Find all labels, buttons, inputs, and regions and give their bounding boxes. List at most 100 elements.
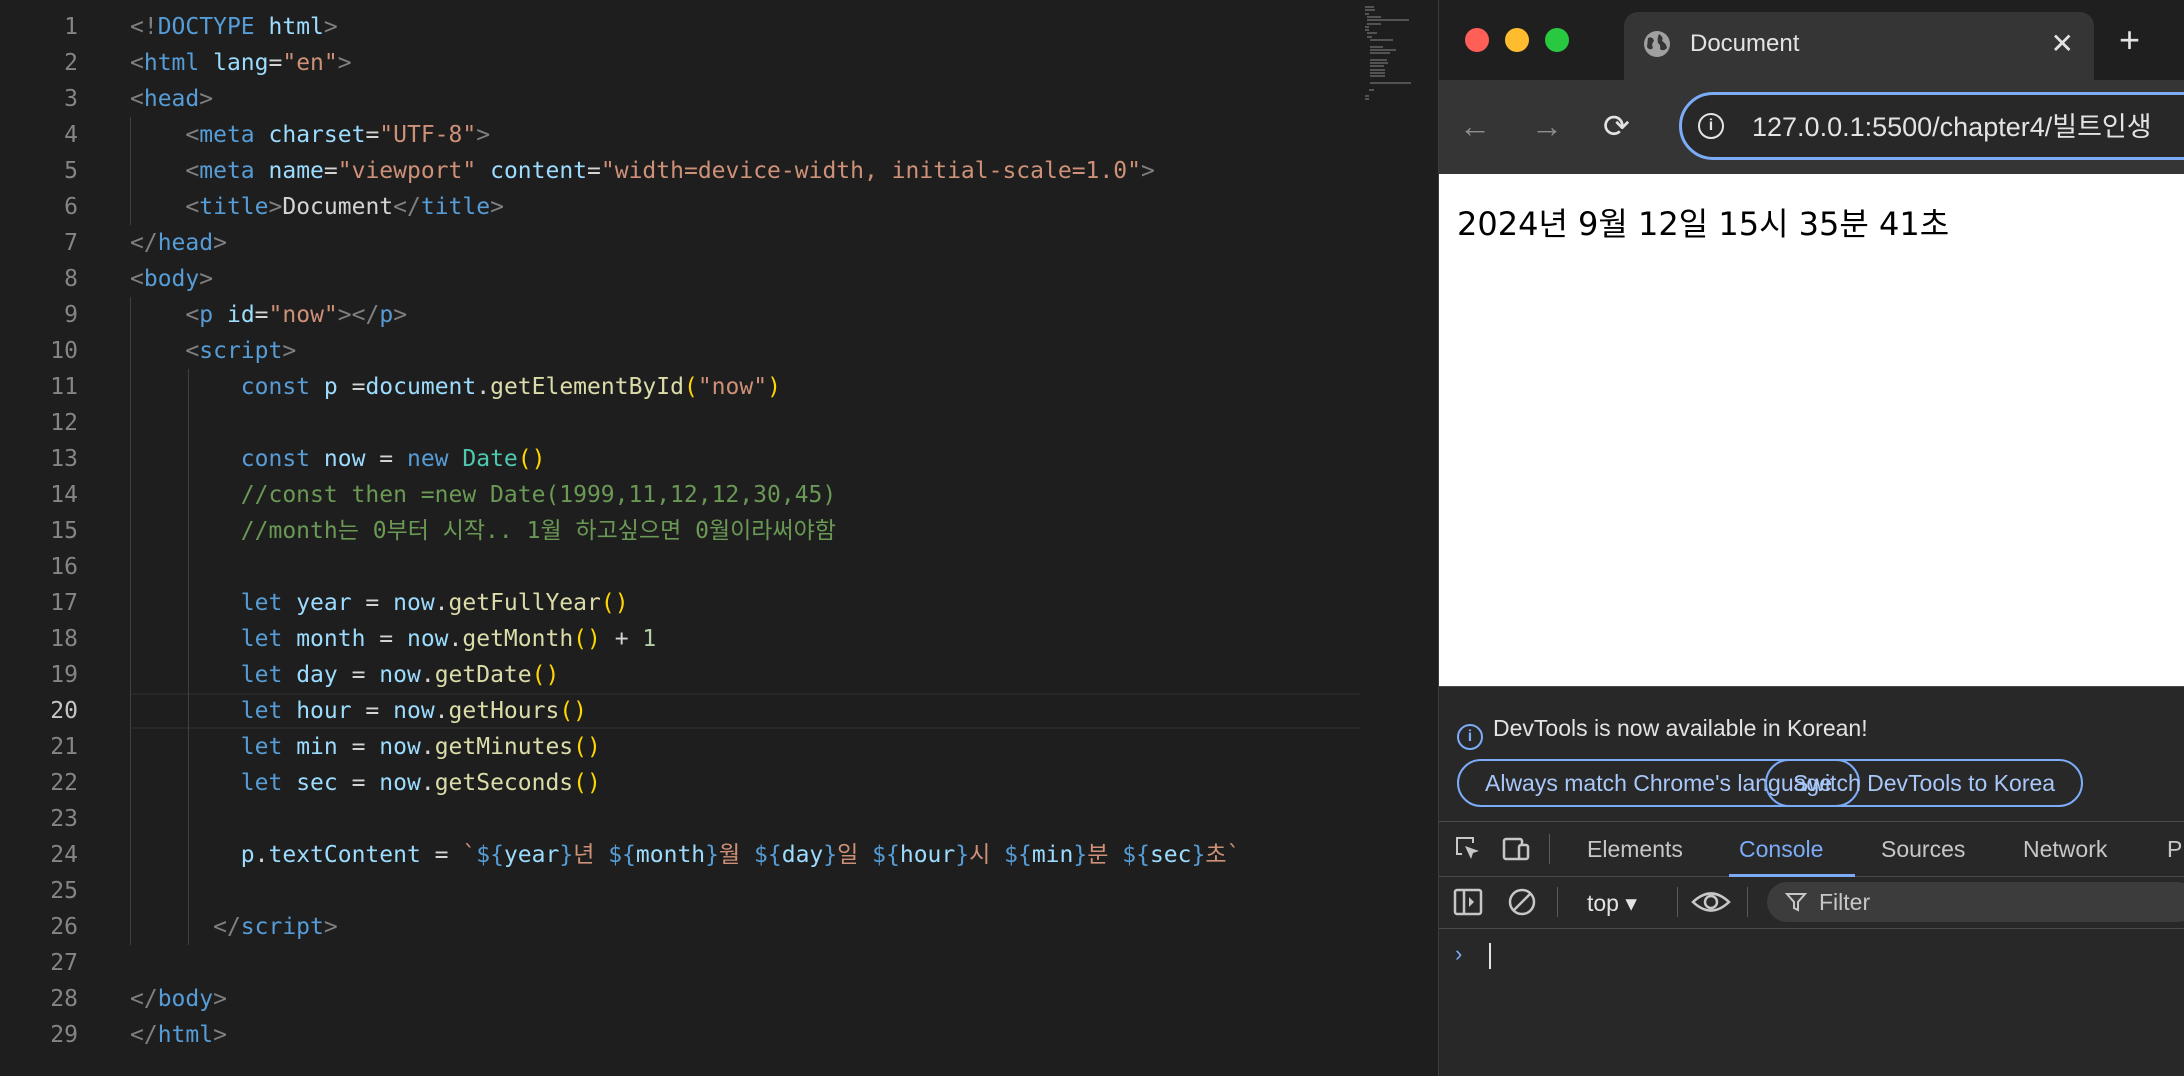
code-token: > xyxy=(393,302,408,328)
code-line[interactable]: //const then =new Date(1999,11,12,12,30,… xyxy=(130,477,1360,513)
inspect-element-icon[interactable] xyxy=(1453,834,1483,864)
indent-guide xyxy=(130,801,131,837)
minimap-line xyxy=(1369,45,1383,48)
code-line[interactable]: let min = now.getMinutes() xyxy=(130,729,1360,765)
line-number: 4 xyxy=(64,122,78,148)
code-line[interactable]: <meta charset="UTF-8"> xyxy=(130,117,1360,153)
minimize-window-button[interactable] xyxy=(1505,28,1529,52)
close-tab-icon[interactable]: ✕ xyxy=(2051,26,2074,62)
tab-sources[interactable]: Sources xyxy=(1881,822,1965,876)
device-toolbar-icon[interactable] xyxy=(1501,834,1531,864)
code-line[interactable]: let month = now.getMonth() + 1 xyxy=(130,621,1360,657)
code-line[interactable] xyxy=(130,405,1360,441)
indent-guide xyxy=(188,837,190,873)
code-line[interactable]: const p =document.getElementById("now") xyxy=(130,369,1360,405)
code-line[interactable]: </head> xyxy=(130,225,1360,261)
close-window-button[interactable] xyxy=(1465,28,1489,52)
code-token: () xyxy=(531,662,560,688)
code-token: > xyxy=(323,914,338,940)
code-token: "width=device-width, initial-scale=1.0" xyxy=(600,158,1141,184)
line-number: 13 xyxy=(50,446,78,472)
code-token: . xyxy=(420,662,435,688)
code-line[interactable] xyxy=(130,801,1360,837)
code-line[interactable]: <html lang="en"> xyxy=(130,45,1360,81)
site-info-icon[interactable]: i xyxy=(1698,113,1724,139)
separator xyxy=(1557,887,1558,917)
url-text[interactable]: 127.0.0.1:5500/chapter4/빌트인생 xyxy=(1752,109,2152,145)
code-line[interactable]: <head> xyxy=(130,81,1360,117)
minimap-line xyxy=(1367,15,1381,18)
tab-document[interactable]: Document ✕ xyxy=(1624,12,2094,80)
code-token: ${ xyxy=(1004,842,1032,868)
code-line[interactable]: <!DOCTYPE html> xyxy=(130,9,1360,45)
code-line[interactable]: <title>Document</title> xyxy=(130,189,1360,225)
code-line[interactable] xyxy=(130,873,1360,909)
code-token: = xyxy=(587,158,601,184)
code-line[interactable] xyxy=(130,549,1360,585)
code-token: let xyxy=(240,770,283,796)
code-token: ${ xyxy=(608,842,636,868)
back-button[interactable]: ← xyxy=(1459,108,1491,144)
indent-guide xyxy=(130,693,131,729)
address-bar[interactable]: i 127.0.0.1:5500/chapter4/빌트인생 xyxy=(1679,92,2184,160)
switch-devtools-language-button[interactable]: Switch DevTools to Korea xyxy=(1765,759,2084,807)
line-number: 1 xyxy=(64,14,78,40)
title-bar: Document ✕ + xyxy=(1439,0,2184,80)
code-token: () xyxy=(517,446,546,472)
minimap[interactable] xyxy=(1365,6,1427,136)
now-paragraph: 2024년 9월 12일 15시 35분 41초 xyxy=(1457,205,1950,243)
code-token: sec xyxy=(1149,842,1192,868)
code-editor[interactable]: 1 2 3 4 5 6 7 8 9 10 11 12 13 14 15 16 17 18 19 20 21 22 23 24 2… xyxy=(0,0,1440,1076)
code-token: meta xyxy=(199,158,255,184)
clear-console-icon[interactable] xyxy=(1507,887,1537,917)
forward-button[interactable]: → xyxy=(1531,108,1563,144)
code-token: now xyxy=(393,590,435,616)
minimap-line xyxy=(1369,65,1384,68)
console-input-caret[interactable] xyxy=(1489,943,1491,969)
code-line[interactable]: //month는 0부터 시작.. 1월 하고싶으면 0월이라써야함 xyxy=(130,513,1360,549)
code-token: > xyxy=(1140,158,1155,184)
context-selector[interactable]: top ▾ xyxy=(1587,888,1637,918)
code-line[interactable]: let hour = now.getHours() xyxy=(130,693,1360,729)
code-token: 년 xyxy=(573,842,609,868)
minimap-line xyxy=(1369,62,1388,65)
indent-guide xyxy=(130,189,131,225)
minimap-line xyxy=(1367,19,1410,22)
code-token: . xyxy=(254,842,269,868)
code-line[interactable]: p.textContent = `${year}년 ${month}월 ${da… xyxy=(130,837,1360,873)
zoom-window-button[interactable] xyxy=(1545,28,1569,52)
code-token: month xyxy=(635,842,706,868)
console-filter-input[interactable]: Filter xyxy=(1767,882,2184,922)
code-line[interactable]: let year = now.getFullYear() xyxy=(130,585,1360,621)
code-line[interactable]: <script> xyxy=(130,333,1360,369)
code-line[interactable]: let day = now.getDate() xyxy=(130,657,1360,693)
code-token: = xyxy=(351,698,394,724)
line-number: 8 xyxy=(64,266,78,292)
code-area[interactable]: <!DOCTYPE html> <html lang="en"> <head> <m… xyxy=(130,9,1360,1053)
code-line[interactable]: </html> xyxy=(130,1017,1360,1053)
code-token: day xyxy=(296,662,338,688)
sidebar-toggle-icon[interactable] xyxy=(1453,887,1483,917)
code-line[interactable]: </body> xyxy=(130,981,1360,1017)
code-line[interactable]: </script> xyxy=(130,909,1360,945)
tab-console[interactable]: Console xyxy=(1739,822,1823,876)
code-line[interactable]: <meta name="viewport" content="width=dev… xyxy=(130,153,1360,189)
minimap-line xyxy=(1365,25,1370,28)
eye-icon[interactable] xyxy=(1691,887,1731,917)
minimap-line xyxy=(1365,12,1369,15)
code-line[interactable]: const now = new Date() xyxy=(130,441,1360,477)
reload-button[interactable]: ⟳ xyxy=(1603,108,1630,144)
code-line[interactable]: <body> xyxy=(130,261,1360,297)
tab-elements[interactable]: Elements xyxy=(1587,822,1683,876)
new-tab-button[interactable]: + xyxy=(2119,20,2140,60)
code-line[interactable]: let sec = now.getSeconds() xyxy=(130,765,1360,801)
code-line[interactable] xyxy=(130,945,1360,981)
code-token: now xyxy=(379,662,421,688)
tab-network[interactable]: Network xyxy=(2023,822,2107,876)
code-token: } xyxy=(1191,842,1206,868)
tab-performance[interactable]: P xyxy=(2167,822,2182,876)
code-line[interactable]: <p id="now"></p> xyxy=(130,297,1360,333)
